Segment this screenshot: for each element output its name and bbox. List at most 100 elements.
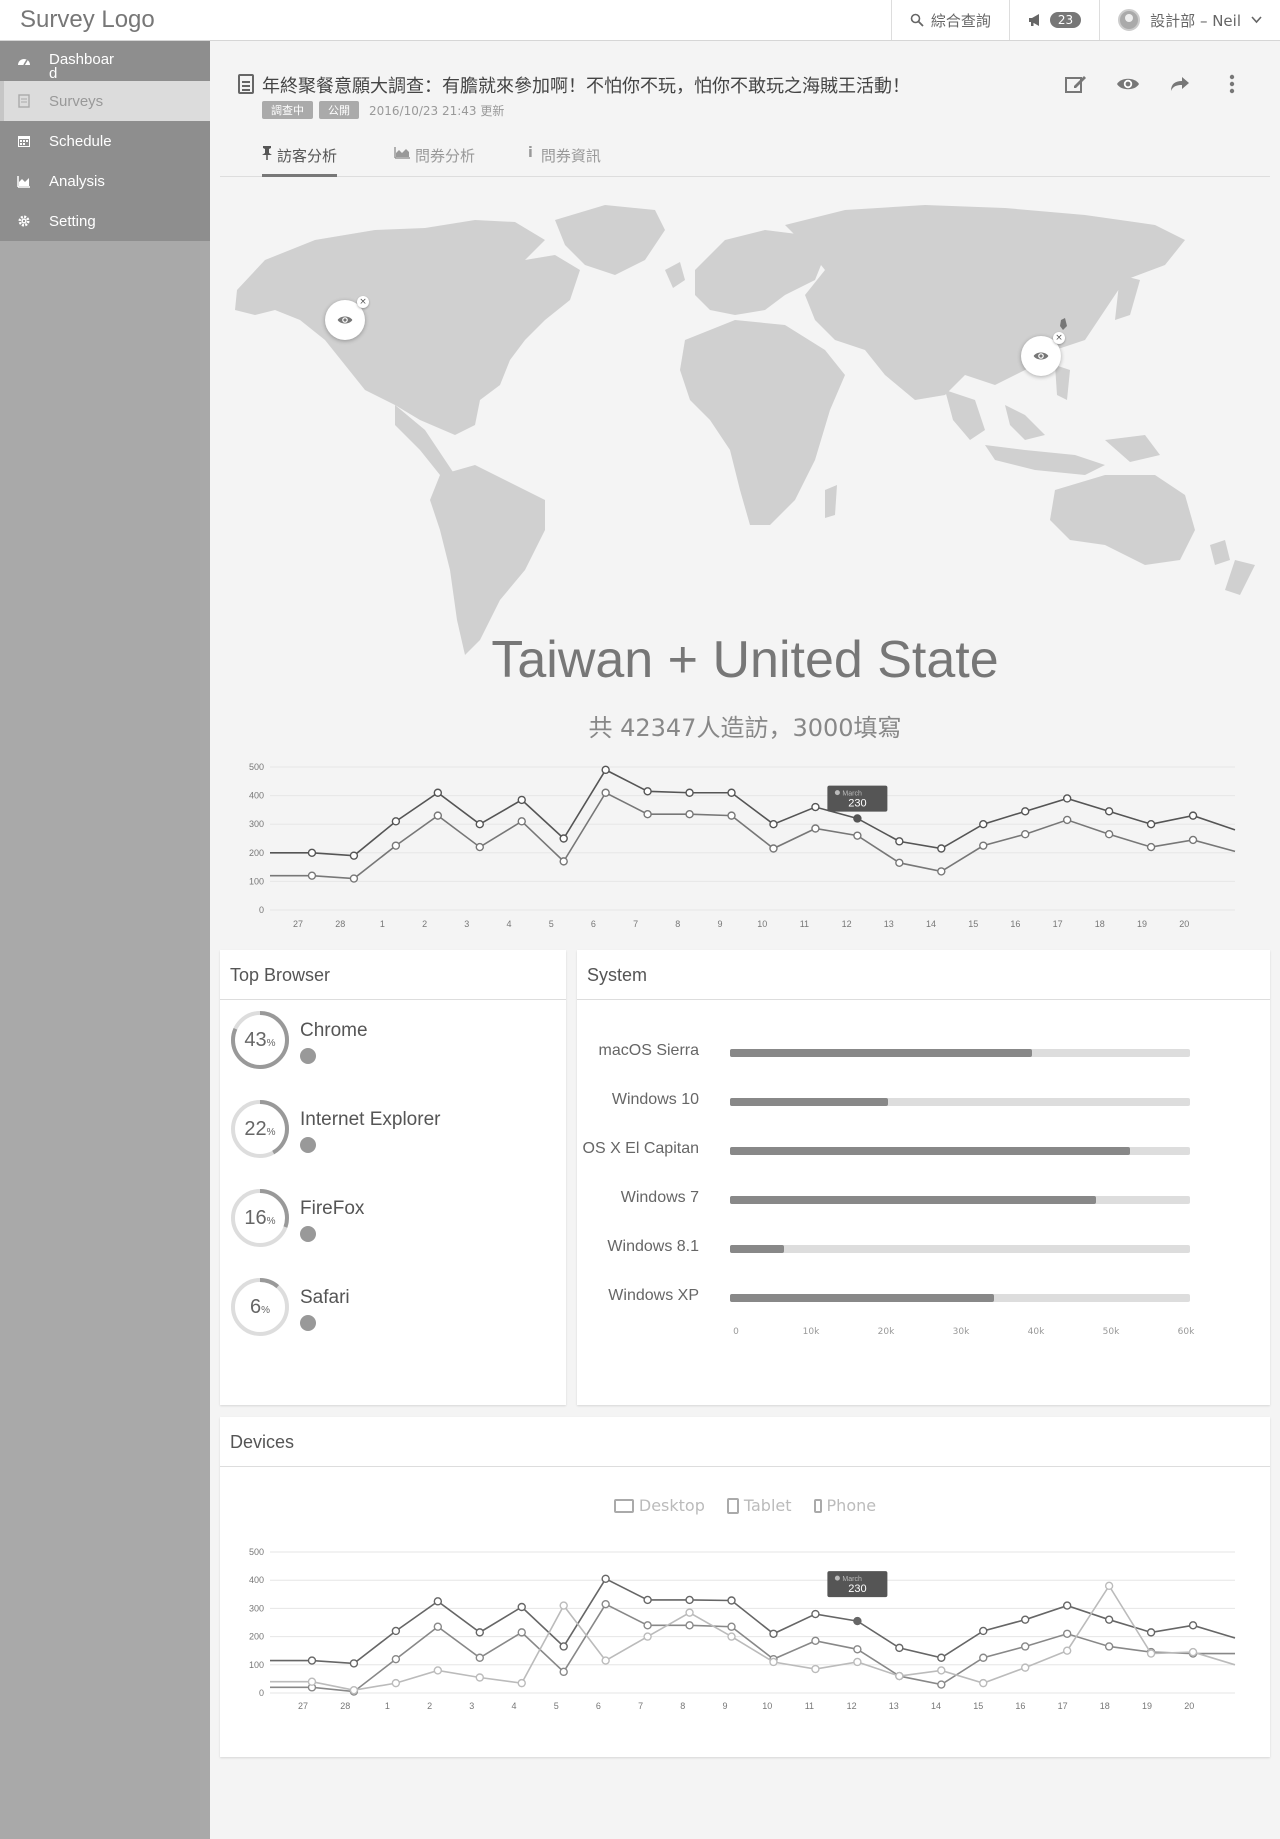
- system-name: OS X El Capitan: [582, 1140, 700, 1157]
- sidebar-item-surveys[interactable]: Surveys: [0, 81, 210, 121]
- edit-button[interactable]: [1050, 74, 1102, 98]
- data-point: [643, 787, 652, 796]
- x-tick-label: 1: [380, 919, 385, 929]
- data-point: [475, 1653, 484, 1662]
- x-tick-label: 5: [549, 919, 554, 929]
- system-bar-track: [730, 1049, 1190, 1057]
- data-point: [643, 809, 652, 819]
- tooltip-value: 230: [848, 1583, 866, 1595]
- data-point: [433, 1597, 443, 1606]
- map-pin-united-states[interactable]: ×: [325, 296, 369, 340]
- tooltip-label: March: [842, 791, 862, 798]
- tooltip-label: March: [842, 1576, 862, 1583]
- percent-unit: %: [266, 1127, 276, 1138]
- system-row: Windows 10: [577, 1091, 1267, 1111]
- app-logo[interactable]: Survey Logo: [20, 6, 155, 34]
- system-row: OS X El Capitan: [577, 1140, 1267, 1160]
- eye-icon: [1033, 347, 1049, 366]
- data-point: [559, 1667, 568, 1677]
- legend-tablet[interactable]: Tablet: [726, 1496, 792, 1515]
- more-options-button[interactable]: [1206, 74, 1258, 98]
- browser-percent: 16%: [230, 1188, 290, 1248]
- analysis-tabs: 訪客分析 問券分析 i 問券資訊: [220, 145, 1270, 177]
- sidebar-item-setting[interactable]: Setting: [0, 201, 210, 241]
- x-tick-label: 7: [633, 919, 638, 929]
- data-point: [349, 851, 359, 860]
- system-name: Windows 8.1: [607, 1238, 699, 1255]
- data-point: [1146, 1649, 1156, 1658]
- browser-name: Internet Explorer: [300, 1109, 441, 1130]
- data-point: [769, 819, 778, 829]
- close-icon[interactable]: ×: [357, 296, 369, 308]
- data-point: [1021, 1642, 1030, 1651]
- tab-survey-info[interactable]: i 問券資訊: [528, 145, 601, 177]
- updated-timestamp: 2016/10/23 21:43 更新: [369, 103, 505, 118]
- data-point: [349, 874, 359, 883]
- data-point: [937, 844, 946, 853]
- card-title: System: [577, 950, 1270, 1000]
- legend-phone[interactable]: Phone: [813, 1496, 876, 1515]
- percent-ring: 6%: [230, 1277, 290, 1337]
- tab-survey-analysis[interactable]: 問券分析: [394, 145, 475, 177]
- data-point: [685, 788, 694, 797]
- world-map: × ×: [225, 200, 1265, 660]
- document-icon: [238, 74, 254, 94]
- close-icon[interactable]: ×: [1053, 332, 1065, 344]
- x-tick-label: 19: [1142, 1701, 1152, 1711]
- y-tick-label: 0: [259, 1688, 264, 1698]
- data-point: [307, 871, 317, 880]
- sidebar-item-dashboard[interactable]: Dashboard: [0, 41, 210, 81]
- sidebar-item-label: Analysis: [49, 172, 105, 190]
- data-point: [307, 1656, 317, 1665]
- x-tick-label: 13: [884, 919, 894, 929]
- series-line-phone: [270, 1584, 1236, 1691]
- system-name: Windows 7: [620, 1189, 699, 1206]
- share-button[interactable]: [1154, 74, 1206, 98]
- devices-legend: Desktop Tablet Phone: [220, 1496, 1270, 1515]
- visitors-line-chart: 010020030040050027 28 1 2 3 4 5 6 7 8 9 10 11 12 13 14 1…: [249, 762, 1236, 929]
- x-tick-label: 12: [842, 919, 852, 929]
- data-point: [307, 1677, 317, 1686]
- tooltip-value: 230: [848, 798, 866, 810]
- edit-icon: [1065, 74, 1087, 98]
- global-search-button[interactable]: 綜合查詢: [890, 0, 1009, 40]
- chart-tooltip: March230: [827, 1571, 888, 1598]
- data-point: [391, 1626, 401, 1636]
- map-pin-taiwan[interactable]: ×: [1021, 332, 1065, 376]
- browser-name: Safari: [300, 1287, 350, 1308]
- sidebar-item-analysis[interactable]: Analysis: [0, 161, 210, 201]
- system-bar-track: [730, 1196, 1190, 1204]
- system-axis-tick: 10k: [802, 1327, 820, 1337]
- data-point: [685, 1621, 694, 1630]
- x-tick-label: 8: [680, 1701, 685, 1711]
- data-point: [433, 788, 443, 797]
- data-point: [391, 1654, 401, 1664]
- preview-button[interactable]: [1102, 74, 1154, 98]
- data-point: [475, 819, 484, 829]
- data-point: [1062, 815, 1072, 825]
- notifications-button[interactable]: 23: [1008, 0, 1099, 40]
- user-menu[interactable]: 設計部 – Neil: [1099, 0, 1280, 40]
- data-point: [895, 837, 904, 846]
- data-point: [433, 1666, 443, 1675]
- data-point: [643, 1595, 652, 1605]
- data-point: [1104, 807, 1114, 816]
- system-name: Windows 10: [611, 1091, 699, 1108]
- data-point: [685, 1595, 694, 1605]
- percent-value: 22: [244, 1118, 267, 1140]
- system-bar-fill: [730, 1049, 1032, 1057]
- series-line-desktop: [270, 1577, 1236, 1665]
- calendar-icon: [17, 134, 31, 148]
- data-point: [1104, 1615, 1114, 1624]
- x-tick-label: 4: [511, 1701, 516, 1711]
- sidebar-item-schedule[interactable]: Schedule: [0, 121, 210, 161]
- sidebar-menu: Dashboard Surveys Schedule Analysis Sett…: [0, 41, 210, 241]
- legend-desktop[interactable]: Desktop: [613, 1496, 705, 1515]
- data-point: [811, 1636, 820, 1646]
- data-point: [1188, 1621, 1198, 1630]
- more-vertical-icon: [1229, 74, 1235, 98]
- page-title: 年終聚餐意願大調查：有膽就來參加啊！不怕你不玩，怕你不敢玩之海賊王活動！: [262, 76, 910, 97]
- tab-visitor-analysis[interactable]: 訪客分析: [262, 145, 338, 177]
- chart-tooltip: March230: [827, 785, 888, 812]
- x-tick-label: 3: [464, 919, 469, 929]
